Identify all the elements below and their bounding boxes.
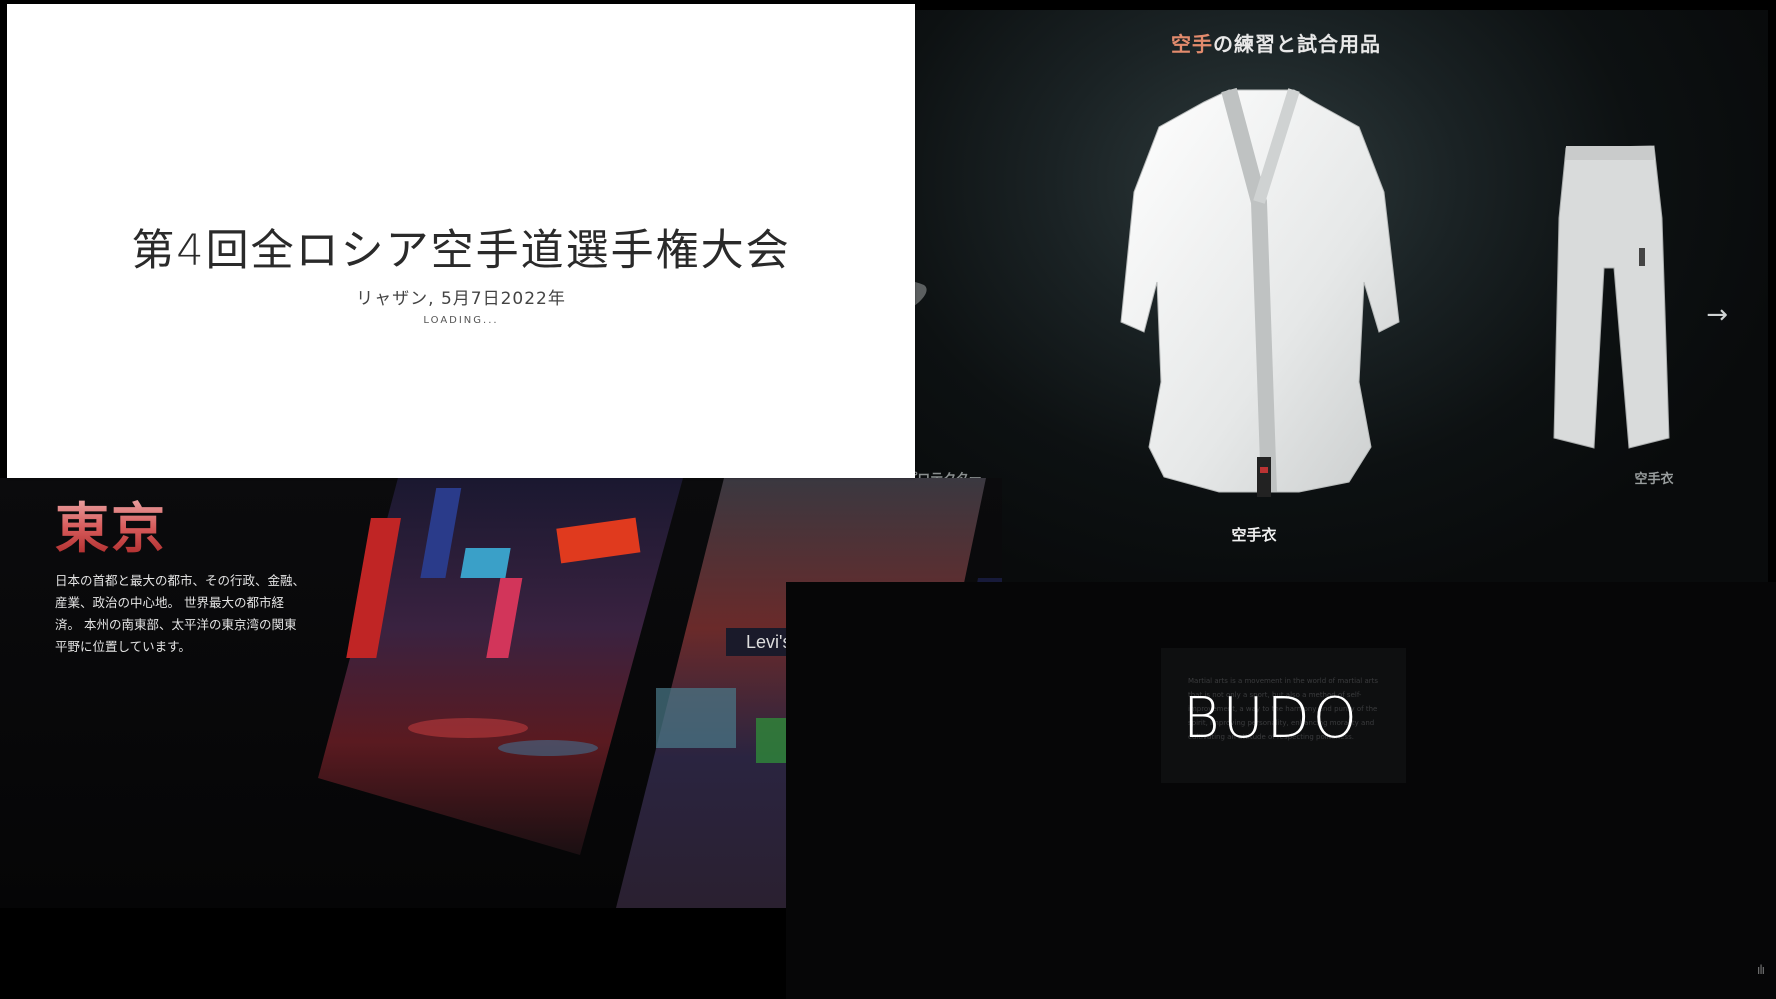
- item-label-pants: 空手衣: [1634, 472, 1674, 487]
- item-label-gi: 空手衣: [1231, 526, 1277, 544]
- event-title: 第4回全ロシア空手道選手権大会: [131, 226, 791, 276]
- karate-gi-jacket-image[interactable]: [1109, 82, 1409, 522]
- tokyo-description: 日本の首都と最大の都市、その行政、金融、産業、政治の中心地。 世界最大の都市経済…: [55, 573, 306, 654]
- svg-text:Levi's: Levi's: [746, 632, 791, 652]
- sound-wave-icon[interactable]: ılı: [1757, 963, 1765, 977]
- budo-panel: Martial arts is a movement in the world …: [786, 582, 1776, 999]
- budo-heading: BUDO: [1183, 686, 1360, 751]
- budo-card: Martial arts is a movement in the world …: [1161, 648, 1406, 783]
- tokyo-title: 東京: [55, 484, 167, 563]
- loading-card: 第4回全ロシア空手道選手権大会 リャザン, 5月7日2022年 LOADING.…: [7, 4, 915, 478]
- karate-pants-image[interactable]: [1544, 138, 1684, 458]
- gear-section-title: 空手の練習と試合用品: [784, 28, 1768, 57]
- gear-title-accent: 空手: [1171, 32, 1213, 56]
- event-location-date: リャザン, 5月7日2022年: [356, 289, 566, 309]
- next-arrow-icon[interactable]: →: [1706, 300, 1728, 330]
- gear-title-rest: の練習と試合用品: [1213, 32, 1381, 56]
- loading-status: LOADING...: [423, 315, 499, 326]
